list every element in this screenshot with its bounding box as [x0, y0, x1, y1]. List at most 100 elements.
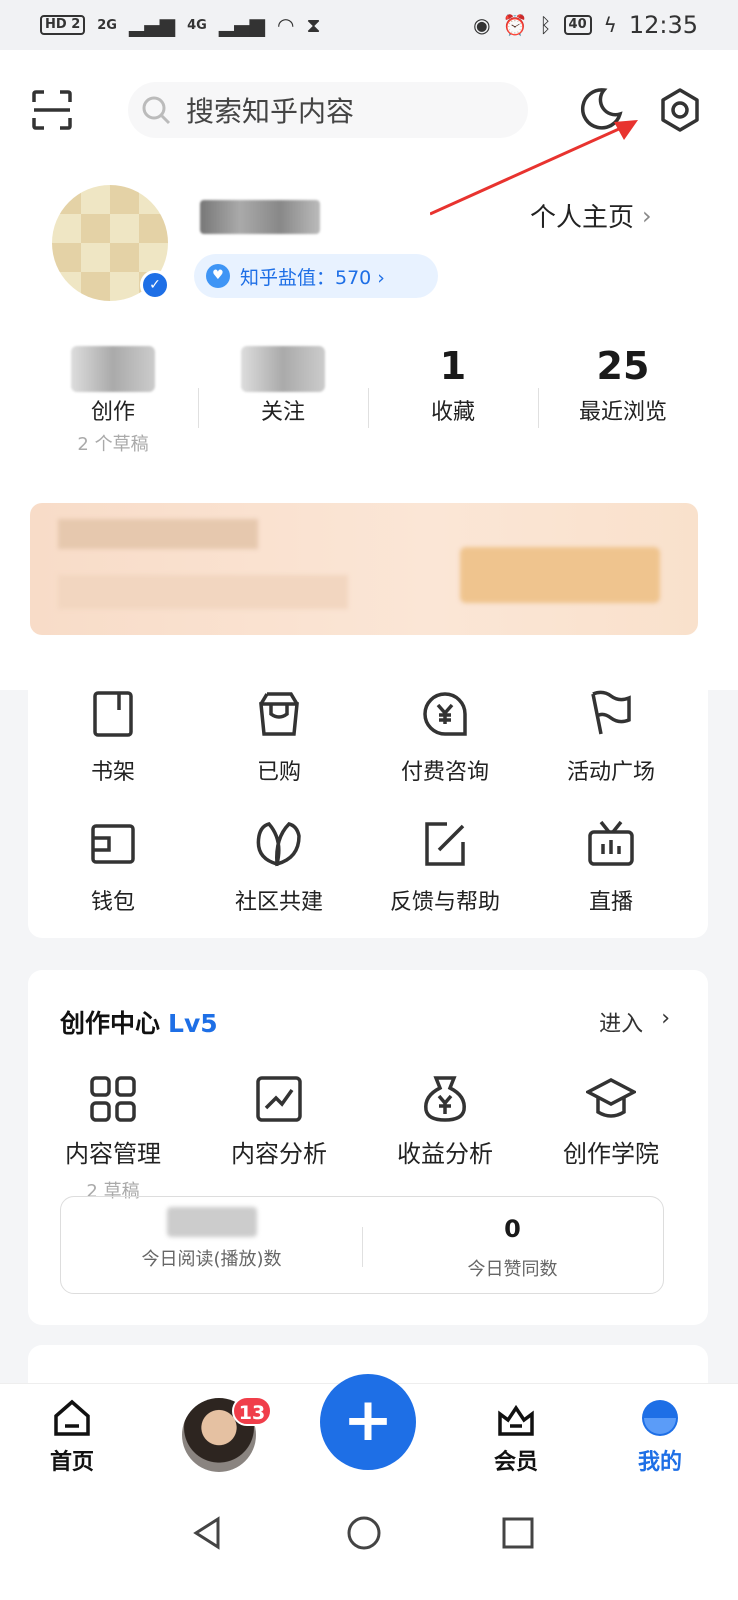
tool-paid-consult[interactable]: 付费咨询 [360, 688, 530, 786]
edit-icon [425, 822, 465, 866]
bookshelf-icon [93, 691, 133, 737]
creation-tool-content-management[interactable]: 内容管理 2 草稿 [28, 1074, 198, 1203]
verified-check-icon: ✓ [140, 270, 170, 300]
tool-label: 钱包 [90, 890, 135, 915]
home-circle-icon[interactable] [346, 1515, 382, 1551]
recents-square-icon[interactable] [500, 1515, 536, 1551]
tool-label: 书架 [90, 760, 135, 785]
create-plus-button[interactable]: + [320, 1374, 416, 1470]
alarm-icon: ⏰ [502, 13, 528, 37]
creation-center-title: 创作中心 Lv5 [60, 1004, 218, 1040]
hd-indicator: HD 2 [40, 15, 86, 35]
graduation-cap-icon [586, 1078, 636, 1118]
chart-icon [256, 1076, 302, 1122]
tool-wallet[interactable]: 钱包 [28, 818, 198, 916]
wifi-icon: ◠ [277, 13, 295, 37]
banner-text-blurred [58, 519, 258, 549]
banner-text-blurred [58, 575, 348, 609]
tv-icon [588, 820, 634, 866]
bluetooth-icon: ᛒ [539, 13, 552, 37]
creation-center-card: 创作中心 Lv5 进入 › 内容管理 2 草稿 内容分析 收益分析 创作学院 今日… [28, 970, 708, 1325]
tool-live[interactable]: 直播 [526, 818, 696, 916]
signal-icon: ▂▄▆ [218, 13, 265, 37]
today-reads[interactable]: 今日阅读(播放)数 [61, 1197, 362, 1293]
creation-tool-label: 收益分析 [397, 1140, 493, 1168]
tool-activity-square[interactable]: 活动广场 [526, 688, 696, 786]
stat-value-blurred [241, 346, 325, 392]
search-placeholder: 搜索知乎内容 [186, 95, 355, 128]
stat-value: 1 [439, 344, 467, 388]
today-stats-box: 今日阅读(播放)数 0 今日赞同数 [60, 1196, 664, 1294]
tool-label: 活动广场 [566, 760, 655, 785]
stat-creations[interactable]: 创作 2 个草稿 [28, 340, 198, 455]
system-navigation-bar [0, 1493, 738, 1600]
nav-me[interactable]: 我的 [600, 1398, 720, 1476]
back-triangle-icon[interactable] [190, 1515, 226, 1551]
crown-icon [498, 1404, 534, 1436]
creation-tool-content-analysis[interactable]: 内容分析 [194, 1074, 364, 1169]
status-bar: HD 2 2G ▂▄▆ 4G ▂▄▆ ◠ ⧗ ◉ ⏰ ᛒ 40 ϟ 12:35 [0, 0, 738, 50]
battery-icon: 40 [563, 15, 592, 35]
tool-purchased[interactable]: 已购 [194, 688, 364, 786]
stat-favorites[interactable]: 1 收藏 [368, 340, 538, 450]
today-likes-value: 0 [504, 1215, 521, 1243]
charging-icon: ϟ [603, 13, 617, 37]
settings-gear-icon[interactable] [656, 86, 704, 134]
flag-icon [591, 690, 631, 735]
stat-sub: 2 个草稿 [77, 434, 149, 455]
creation-level-badge: Lv5 [168, 1009, 218, 1038]
scan-icon[interactable] [30, 88, 74, 132]
creation-tool-academy[interactable]: 创作学院 [526, 1074, 696, 1169]
stat-label: 收藏 [430, 400, 475, 425]
money-bag-icon [424, 1076, 466, 1122]
chevron-right-icon: › [661, 1006, 670, 1031]
bottom-navigation: 首页 13 + 会员 我的 [0, 1374, 738, 1493]
nav-vip[interactable]: 会员 [456, 1398, 576, 1476]
tool-label: 社区共建 [234, 890, 323, 915]
enter-label: 进入 [599, 1012, 644, 1037]
search-icon [142, 96, 171, 125]
hourglass-icon: ⧗ [306, 13, 321, 37]
paid-consult-icon [423, 692, 467, 736]
profile-circle-icon [642, 1400, 678, 1436]
promo-banner-blurred[interactable] [30, 503, 698, 635]
stat-value: 25 [596, 344, 650, 388]
today-reads-value-blurred [166, 1207, 257, 1237]
stat-recent-views[interactable]: 25 最近浏览 [538, 340, 708, 450]
wallet-icon [91, 824, 135, 864]
creation-title-text: 创作中心 [60, 1009, 161, 1038]
creation-tool-revenue-analysis[interactable]: 收益分析 [360, 1074, 530, 1169]
tools-grid: 书架 已购 付费咨询 活动广场 钱包 社区共建 反馈与帮助 直播 [28, 660, 708, 938]
home-icon [54, 1399, 90, 1436]
tool-label: 反馈与帮助 [389, 890, 500, 915]
creation-tool-label: 创作学院 [563, 1140, 659, 1168]
creation-tool-label: 内容管理 [65, 1140, 161, 1168]
today-likes[interactable]: 0 今日赞同数 [362, 1197, 663, 1293]
personal-homepage-link[interactable]: 个人主页 › [530, 197, 652, 234]
salt-value-label: 知乎盐值：570 › [240, 266, 385, 289]
heart-icon: ♥ [206, 264, 230, 288]
tool-label: 付费咨询 [400, 760, 489, 785]
leaf-icon [256, 822, 301, 867]
today-likes-label: 今日赞同数 [467, 1259, 558, 1280]
tool-feedback-help[interactable]: 反馈与帮助 [360, 818, 530, 916]
tool-community-build[interactable]: 社区共建 [194, 818, 364, 916]
tool-label: 直播 [588, 890, 633, 915]
signal-icon: ▂▄▆ [128, 13, 176, 37]
nav-vip-label: 会员 [493, 1450, 538, 1475]
network-2g: 2G [97, 17, 117, 33]
profile-stats: 创作 2 个草稿 关注 1 收藏 25 最近浏览 [28, 340, 708, 455]
shopping-bag-icon [259, 692, 299, 736]
salt-value-pill[interactable]: ♥ 知乎盐值：570 › [194, 254, 438, 298]
tool-bookshelf[interactable]: 书架 [28, 688, 198, 786]
banner-button-blurred [460, 547, 660, 603]
username-blurred [200, 200, 320, 234]
creation-tool-label: 内容分析 [231, 1140, 327, 1168]
nav-home[interactable]: 首页 [12, 1398, 132, 1476]
messages-count-badge: 13 [232, 1396, 272, 1426]
stat-label: 关注 [260, 400, 305, 425]
stat-following[interactable]: 关注 [198, 340, 368, 450]
stat-value-blurred [71, 346, 155, 392]
creation-enter-link[interactable]: 进入 › [599, 1006, 670, 1038]
today-reads-label: 今日阅读(播放)数 [141, 1249, 282, 1270]
